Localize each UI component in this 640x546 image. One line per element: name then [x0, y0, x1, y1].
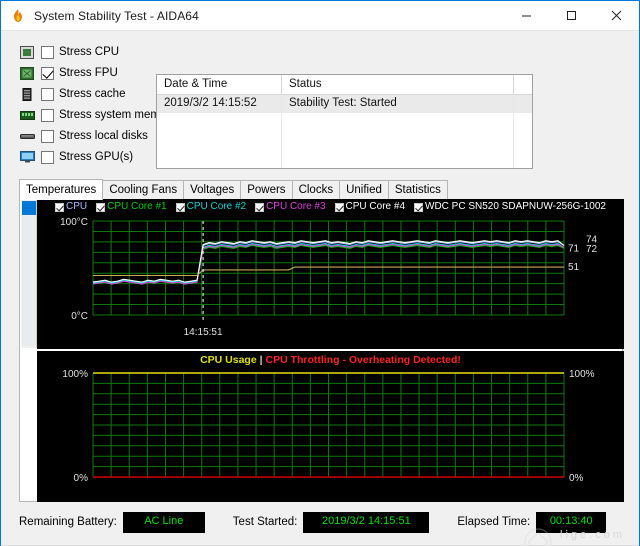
svg-text:0%: 0% — [74, 473, 89, 484]
cache-icon — [19, 87, 35, 101]
svg-text:100°C: 100°C — [60, 217, 88, 228]
tab-unified[interactable]: Unified — [339, 180, 389, 200]
remaining-battery-value: AC Line — [122, 511, 205, 533]
stress-option-gpus[interactable]: Stress GPU(s) — [19, 148, 149, 166]
cell-status — [282, 167, 514, 168]
cell-extra — [514, 131, 532, 149]
svg-text:51: 51 — [568, 262, 580, 273]
fpu-chip-icon — [19, 66, 35, 80]
stress-cache-checkbox[interactable] — [41, 87, 54, 101]
remaining-battery-label: Remaining Battery: — [19, 516, 117, 528]
cpu-chip-icon — [19, 45, 35, 59]
tab-clocks[interactable]: Clocks — [291, 180, 341, 200]
stress-option-system-memory[interactable]: Stress system memory — [19, 106, 176, 124]
scrollbar-thumb[interactable] — [22, 201, 36, 215]
stress-fpu-label: Stress FPU — [59, 67, 118, 79]
table-row[interactable] — [157, 131, 532, 149]
title-bar: System Stability Test - AIDA64 — [1, 1, 639, 31]
temperatures-scrollbar[interactable] — [21, 200, 37, 348]
column-header-status[interactable]: Status — [282, 75, 514, 95]
stress-option-local-disks[interactable]: Stress local disks — [19, 127, 149, 145]
hard-disk-icon — [19, 129, 35, 143]
cell-status — [282, 113, 514, 131]
test-started-value: 2019/3/2 14:15:51 — [303, 511, 430, 533]
svg-text:72: 72 — [586, 244, 598, 255]
cpu-usage-plot: 100% 0% 100% 0% — [62, 369, 595, 484]
cell-status — [282, 131, 514, 149]
gpu-monitor-icon — [19, 150, 35, 164]
table-row[interactable] — [157, 149, 532, 167]
svg-text:0°C: 0°C — [71, 311, 88, 322]
cell-extra — [514, 167, 532, 168]
close-window-button[interactable] — [594, 1, 639, 31]
status-strip: Remaining Battery: AC Line Test Started:… — [19, 511, 623, 533]
test-started-label: Test Started: — [232, 516, 298, 528]
graphs-panel: CPU CPU Core #1 CPU Core #2 CPU Core #3 — [19, 199, 624, 502]
table-row[interactable]: 2019/3/2 14:15:52 Stability Test: Starte… — [157, 95, 532, 113]
tab-cooling-fans[interactable]: Cooling Fans — [102, 180, 185, 200]
memory-module-icon — [19, 108, 35, 122]
cell-datetime — [157, 167, 282, 168]
stress-cache-label: Stress cache — [59, 88, 126, 100]
stress-gpus-checkbox[interactable] — [41, 150, 54, 164]
tab-bar: Temperatures Cooling Fans Voltages Power… — [19, 179, 448, 200]
maximize-button[interactable] — [549, 1, 594, 31]
stress-cpu-label: Stress CPU — [59, 46, 120, 58]
cell-extra — [514, 149, 532, 167]
stress-fpu-checkbox[interactable] — [41, 66, 54, 80]
tab-voltages[interactable]: Voltages — [183, 180, 242, 200]
cell-extra — [514, 95, 532, 113]
stress-cpu-checkbox[interactable] — [41, 45, 54, 59]
stress-system-memory-checkbox[interactable] — [41, 108, 54, 122]
stress-option-cpu[interactable]: Stress CPU — [19, 43, 149, 61]
table-body: 2019/3/2 14:15:52 Stability Test: Starte… — [157, 95, 532, 168]
column-header-datetime[interactable]: Date & Time — [157, 75, 282, 95]
stress-gpus-label: Stress GPU(s) — [59, 151, 134, 163]
scrollbar-track[interactable] — [22, 216, 36, 346]
stress-local-disks-label: Stress local disks — [59, 130, 148, 142]
tab-temperatures[interactable]: Temperatures — [19, 179, 104, 200]
cell-datetime — [157, 131, 282, 149]
tab-powers[interactable]: Powers — [240, 180, 293, 200]
svg-text:0%: 0% — [569, 473, 584, 484]
svg-text:71: 71 — [568, 243, 580, 254]
cell-extra — [514, 113, 532, 131]
flame-icon — [10, 8, 26, 24]
table-header-row: Date & Time Status — [157, 75, 532, 95]
cell-status: Stability Test: Started — [282, 95, 514, 113]
tab-statistics[interactable]: Statistics — [387, 180, 448, 200]
client-area: Stress CPU Stress FPU Stress cache Stres… — [1, 31, 639, 546]
stress-option-fpu[interactable]: Stress FPU — [19, 64, 149, 82]
cell-datetime — [157, 113, 282, 131]
table-row[interactable] — [157, 113, 532, 131]
column-header-extra[interactable] — [514, 75, 532, 95]
cell-datetime — [157, 149, 282, 167]
stress-option-cache[interactable]: Stress cache — [19, 85, 149, 103]
minimize-button[interactable] — [504, 1, 549, 31]
stress-local-disks-checkbox[interactable] — [41, 129, 54, 143]
elapsed-time-value: 00:13:40 — [536, 511, 607, 533]
svg-text:100%: 100% — [62, 369, 88, 380]
svg-text:14:15:51: 14:15:51 — [184, 327, 223, 338]
cpu-usage-chart[interactable]: CPU Usage | CPU Throttling - Overheating… — [37, 351, 624, 502]
window-title: System Stability Test - AIDA64 — [34, 8, 199, 23]
cell-status — [282, 149, 514, 167]
event-log-table[interactable]: Date & Time Status 2019/3/2 14:15:52 Sta… — [156, 74, 533, 169]
aida64-stability-window: System Stability Test - AIDA64 Stress CP… — [0, 0, 640, 546]
svg-text:100%: 100% — [569, 369, 595, 380]
table-row[interactable] — [157, 167, 532, 168]
stress-options-panel: Stress CPU Stress FPU Stress cache Stres… — [19, 43, 176, 169]
temperatures-chart[interactable]: CPU CPU Core #1 CPU Core #2 CPU Core #3 — [37, 199, 624, 349]
temperatures-plot: 100°C0°C14:15:5171747251 — [60, 217, 598, 338]
elapsed-time-label: Elapsed Time: — [457, 516, 531, 528]
cell-datetime: 2019/3/2 14:15:52 — [157, 95, 282, 113]
